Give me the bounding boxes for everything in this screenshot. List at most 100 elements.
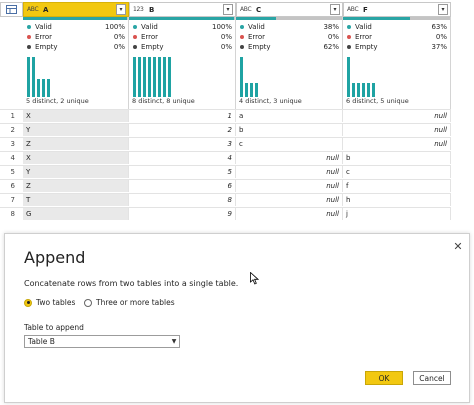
distinct-summary: 6 distinct, 5 unique	[346, 97, 409, 105]
quality-bar-valid	[23, 17, 127, 20]
stat-label: Empty	[248, 42, 271, 51]
error-dot-icon	[27, 34, 31, 39]
table-cell[interactable]: Z	[23, 179, 129, 192]
distribution-bar	[245, 83, 248, 97]
stat-value: 38%	[323, 22, 339, 31]
stat-label: Empty	[355, 42, 378, 51]
distribution-bar	[367, 83, 370, 97]
distribution-bar	[255, 83, 258, 97]
table-cell[interactable]: 4	[129, 151, 236, 164]
close-icon[interactable]: ✕	[452, 240, 464, 253]
radio-three-or-more-tables[interactable]: Three or more tables	[84, 298, 175, 307]
column-header-a[interactable]: ABC A ▾	[23, 2, 129, 17]
column-header-f[interactable]: ABC F ▾	[343, 2, 451, 17]
table-to-append-select[interactable]: Table B ▼	[24, 335, 180, 348]
table-cell[interactable]: null	[343, 109, 451, 122]
quality-bar-empty	[276, 17, 342, 20]
table-cell[interactable]: null	[236, 179, 343, 192]
row-number[interactable]: 5	[0, 165, 23, 178]
table-cell[interactable]: b	[236, 123, 343, 136]
valid-dot-icon	[27, 24, 31, 29]
radio-two-tables[interactable]: Two tables	[24, 298, 75, 307]
column-type-icon[interactable]: 123	[133, 6, 147, 13]
stat-value: 0%	[435, 32, 447, 41]
table-cell[interactable]: 5	[129, 165, 236, 178]
stat-value: 0%	[113, 32, 125, 41]
distribution-bar	[47, 79, 50, 97]
table-icon	[6, 5, 17, 14]
column-name: C	[256, 5, 262, 14]
error-dot-icon	[347, 34, 351, 39]
row-number[interactable]: 3	[0, 137, 23, 150]
table-cell[interactable]: null	[343, 137, 451, 150]
column-profile-b: Valid 100% Error 0% Empty 0% 8 distinct, 8 uni…	[129, 17, 236, 109]
table-cell[interactable]: Z	[23, 137, 129, 150]
table-cell[interactable]: T	[23, 193, 129, 206]
stat-empty: Empty 0%	[133, 42, 232, 51]
stat-valid: Valid 100%	[133, 22, 232, 31]
column-type-icon[interactable]: ABC	[347, 6, 361, 13]
filter-dropdown-icon[interactable]: ▾	[438, 4, 448, 15]
filter-dropdown-icon[interactable]: ▾	[116, 4, 126, 15]
table-cell[interactable]: a	[236, 109, 343, 122]
distinct-summary: 4 distinct, 3 unique	[239, 97, 302, 105]
table-cell[interactable]: c	[236, 137, 343, 150]
stat-value: 37%	[431, 42, 447, 51]
table-cell[interactable]: 3	[129, 137, 236, 150]
distribution-bar	[153, 57, 156, 97]
table-cell[interactable]: X	[23, 109, 129, 122]
distribution-bar	[133, 57, 136, 97]
table-cell[interactable]: null	[343, 123, 451, 136]
distribution-bar	[37, 79, 40, 97]
table-cell[interactable]: j	[343, 207, 451, 220]
stat-empty: Empty 0%	[27, 42, 125, 51]
table-cell[interactable]: X	[23, 151, 129, 164]
distribution-chart	[133, 57, 193, 97]
stat-label: Error	[35, 32, 53, 41]
row-number[interactable]: 8	[0, 207, 23, 220]
table-cell[interactable]: f	[343, 179, 451, 192]
distribution-chart	[347, 57, 407, 97]
table-cell[interactable]: 1	[129, 109, 236, 122]
quality-bar-valid	[129, 17, 234, 20]
stat-valid: Valid 38%	[240, 22, 339, 31]
table-menu-corner[interactable]	[0, 2, 23, 17]
dialog-title: Append	[24, 248, 86, 267]
table-cell[interactable]: null	[236, 165, 343, 178]
quality-bar-empty	[410, 17, 450, 20]
table-cell[interactable]: c	[343, 165, 451, 178]
cancel-button[interactable]: Cancel	[413, 371, 451, 385]
quality-bar	[343, 17, 450, 20]
row-number[interactable]: 7	[0, 193, 23, 206]
column-profile-f: Valid 63% Error 0% Empty 37% 6 distinct, 5 uni…	[343, 17, 451, 109]
table-cell[interactable]: G	[23, 207, 129, 220]
column-type-icon[interactable]: ABC	[27, 6, 41, 13]
row-number[interactable]: 1	[0, 109, 23, 122]
column-profile-a: Valid 100% Error 0% Empty 0% 5 distinct, 2 uni…	[23, 17, 129, 109]
table-cell[interactable]: Y	[23, 123, 129, 136]
stat-empty: Empty 37%	[347, 42, 447, 51]
ok-button[interactable]: OK	[365, 371, 403, 385]
filter-dropdown-icon[interactable]: ▾	[330, 4, 340, 15]
table-cell[interactable]: Y	[23, 165, 129, 178]
table-cell[interactable]: null	[236, 207, 343, 220]
table-cell[interactable]: 6	[129, 179, 236, 192]
table-cell[interactable]: null	[236, 151, 343, 164]
table-cell[interactable]: 9	[129, 207, 236, 220]
stat-value: 0%	[220, 42, 232, 51]
table-cell[interactable]: null	[236, 193, 343, 206]
column-type-icon[interactable]: ABC	[240, 6, 254, 13]
table-cell[interactable]: 8	[129, 193, 236, 206]
row-number[interactable]: 2	[0, 123, 23, 136]
row-number[interactable]: 6	[0, 179, 23, 192]
distinct-summary: 5 distinct, 2 unique	[26, 97, 89, 105]
table-cell[interactable]: 2	[129, 123, 236, 136]
stat-label: Error	[355, 32, 373, 41]
table-cell[interactable]: b	[343, 151, 451, 164]
table-cell[interactable]: h	[343, 193, 451, 206]
column-header-b[interactable]: 123 B ▾	[129, 2, 236, 17]
column-header-c[interactable]: ABC C ▾	[236, 2, 343, 17]
row-number[interactable]: 4	[0, 151, 23, 164]
filter-dropdown-icon[interactable]: ▾	[223, 4, 233, 15]
distribution-chart	[240, 57, 300, 97]
